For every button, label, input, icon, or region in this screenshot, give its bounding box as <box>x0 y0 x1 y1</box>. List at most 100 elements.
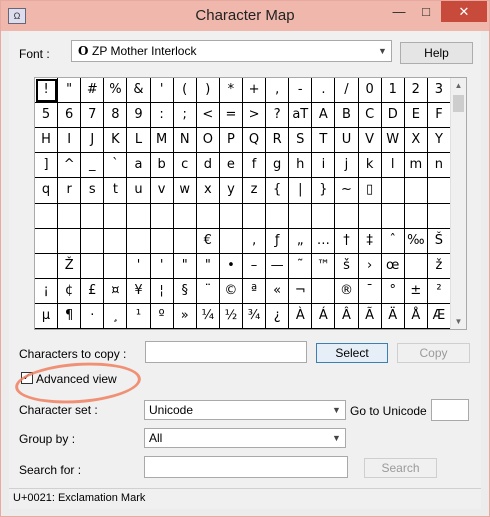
char-cell[interactable]: K <box>104 128 128 154</box>
char-cell[interactable]: W <box>381 128 405 154</box>
char-cell[interactable]: ± <box>404 278 428 304</box>
char-cell[interactable]: ¯ <box>358 278 382 304</box>
char-cell[interactable] <box>81 253 105 279</box>
char-cell[interactable]: r <box>58 178 82 204</box>
char-cell[interactable]: µ <box>35 303 59 329</box>
char-cell[interactable]: q <box>35 178 59 204</box>
char-cell[interactable]: 7 <box>81 103 105 129</box>
char-cell[interactable]: Ž <box>58 253 82 279</box>
char-cell[interactable]: „ <box>289 228 313 254</box>
char-cell[interactable] <box>58 203 82 229</box>
char-cell[interactable]: / <box>335 78 359 104</box>
char-cell[interactable]: f <box>242 153 267 179</box>
char-cell[interactable]: 0 <box>358 78 382 104</box>
char-cell[interactable] <box>104 228 128 254</box>
char-cell[interactable]: ž <box>427 253 451 279</box>
char-cell[interactable]: O <box>196 128 220 154</box>
char-cell[interactable]: F <box>427 103 451 129</box>
char-cell[interactable] <box>312 203 336 229</box>
char-cell[interactable]: ! <box>35 78 59 104</box>
char-cell[interactable] <box>150 228 174 254</box>
char-cell[interactable] <box>358 203 382 229</box>
char-cell[interactable]: — <box>266 253 290 279</box>
char-cell[interactable]: aT <box>289 103 313 129</box>
char-cell[interactable]: · <box>81 303 105 329</box>
char-cell[interactable] <box>242 203 267 229</box>
help-button[interactable]: Help <box>400 42 473 64</box>
char-cell[interactable]: ¸ <box>104 303 128 329</box>
char-cell[interactable]: Á <box>312 303 336 329</box>
char-cell[interactable]: ™ <box>312 253 336 279</box>
char-cell[interactable]: g <box>266 153 290 179</box>
char-cell[interactable]: b <box>150 153 174 179</box>
char-cell[interactable]: ` <box>104 153 128 179</box>
char-cell[interactable] <box>289 203 313 229</box>
copy-button[interactable]: Copy <box>397 343 470 363</box>
char-cell[interactable]: 8 <box>104 103 128 129</box>
char-cell[interactable]: 6 <box>58 103 82 129</box>
char-cell[interactable]: ˜ <box>289 253 313 279</box>
char-cell[interactable]: ˆ <box>381 228 405 254</box>
char-cell[interactable]: ƒ <box>266 228 290 254</box>
scroll-down-icon[interactable]: ▼ <box>451 314 466 329</box>
char-cell[interactable]: } <box>312 178 336 204</box>
char-cell[interactable] <box>173 228 197 254</box>
char-cell[interactable] <box>127 203 151 229</box>
char-cell[interactable]: v <box>150 178 174 204</box>
char-cell[interactable]: E <box>404 103 428 129</box>
char-cell[interactable]: u <box>127 178 151 204</box>
char-cell[interactable] <box>196 203 220 229</box>
char-cell[interactable]: V <box>358 128 382 154</box>
char-cell[interactable]: = <box>219 103 243 129</box>
char-cell[interactable]: C <box>358 103 382 129</box>
group-by-select[interactable]: All ▼ <box>144 428 346 448</box>
char-cell[interactable]: ( <box>173 78 197 104</box>
scroll-thumb[interactable] <box>453 95 464 112</box>
char-cell[interactable]: § <box>173 278 197 304</box>
char-cell[interactable]: d <box>196 153 220 179</box>
char-cell[interactable]: i <box>312 153 336 179</box>
char-cell[interactable]: & <box>127 78 151 104</box>
char-cell[interactable]: J <box>81 128 105 154</box>
char-cell[interactable]: ¦ <box>150 278 174 304</box>
char-cell[interactable]: ¿ <box>266 303 290 329</box>
close-button[interactable]: ✕ <box>441 1 487 22</box>
char-cell[interactable]: m <box>404 153 428 179</box>
char-cell[interactable]: 5 <box>35 103 59 129</box>
char-cell[interactable]: D <box>381 103 405 129</box>
char-cell[interactable]: { <box>266 178 290 204</box>
char-cell[interactable]: H <box>35 128 59 154</box>
char-cell[interactable]: l <box>381 153 405 179</box>
char-cell[interactable]: ‡ <box>358 228 382 254</box>
character-grid[interactable]: ! " #% & '() * +, -./0 1 2 3 5 6 7 8 9:; < = >? aT A B C D E F H I J… <box>35 78 451 329</box>
char-cell[interactable]: ] <box>35 153 59 179</box>
scroll-up-icon[interactable]: ▲ <box>451 78 466 93</box>
char-cell[interactable]: ¾ <box>242 303 267 329</box>
char-cell[interactable]: S <box>289 128 313 154</box>
char-cell[interactable]: ® <box>335 278 359 304</box>
char-cell[interactable]: # <box>81 78 105 104</box>
char-cell[interactable]: À <box>289 303 313 329</box>
char-cell[interactable] <box>312 278 336 304</box>
char-cell[interactable]: ? <box>266 103 290 129</box>
char-cell[interactable]: T <box>312 128 336 154</box>
char-cell[interactable]: % <box>104 78 128 104</box>
char-cell[interactable]: Å <box>404 303 428 329</box>
char-cell[interactable]: ¹ <box>127 303 151 329</box>
char-cell[interactable] <box>381 178 405 204</box>
char-cell[interactable]: Š <box>427 228 451 254</box>
char-cell[interactable]: t <box>104 178 128 204</box>
char-cell[interactable]: z <box>242 178 267 204</box>
char-cell[interactable]: º <box>150 303 174 329</box>
char-cell[interactable]: X <box>404 128 428 154</box>
char-cell[interactable]: 2 <box>404 78 428 104</box>
char-cell[interactable]: I <box>58 128 82 154</box>
char-cell[interactable]: œ <box>381 253 405 279</box>
char-cell[interactable]: Y <box>427 128 451 154</box>
char-cell[interactable] <box>35 253 59 279</box>
char-cell[interactable]: _ <box>81 153 105 179</box>
char-cell[interactable]: š <box>335 253 359 279</box>
char-cell[interactable]: j <box>335 153 359 179</box>
char-cell[interactable]: * <box>219 78 243 104</box>
char-cell[interactable]: e <box>219 153 243 179</box>
